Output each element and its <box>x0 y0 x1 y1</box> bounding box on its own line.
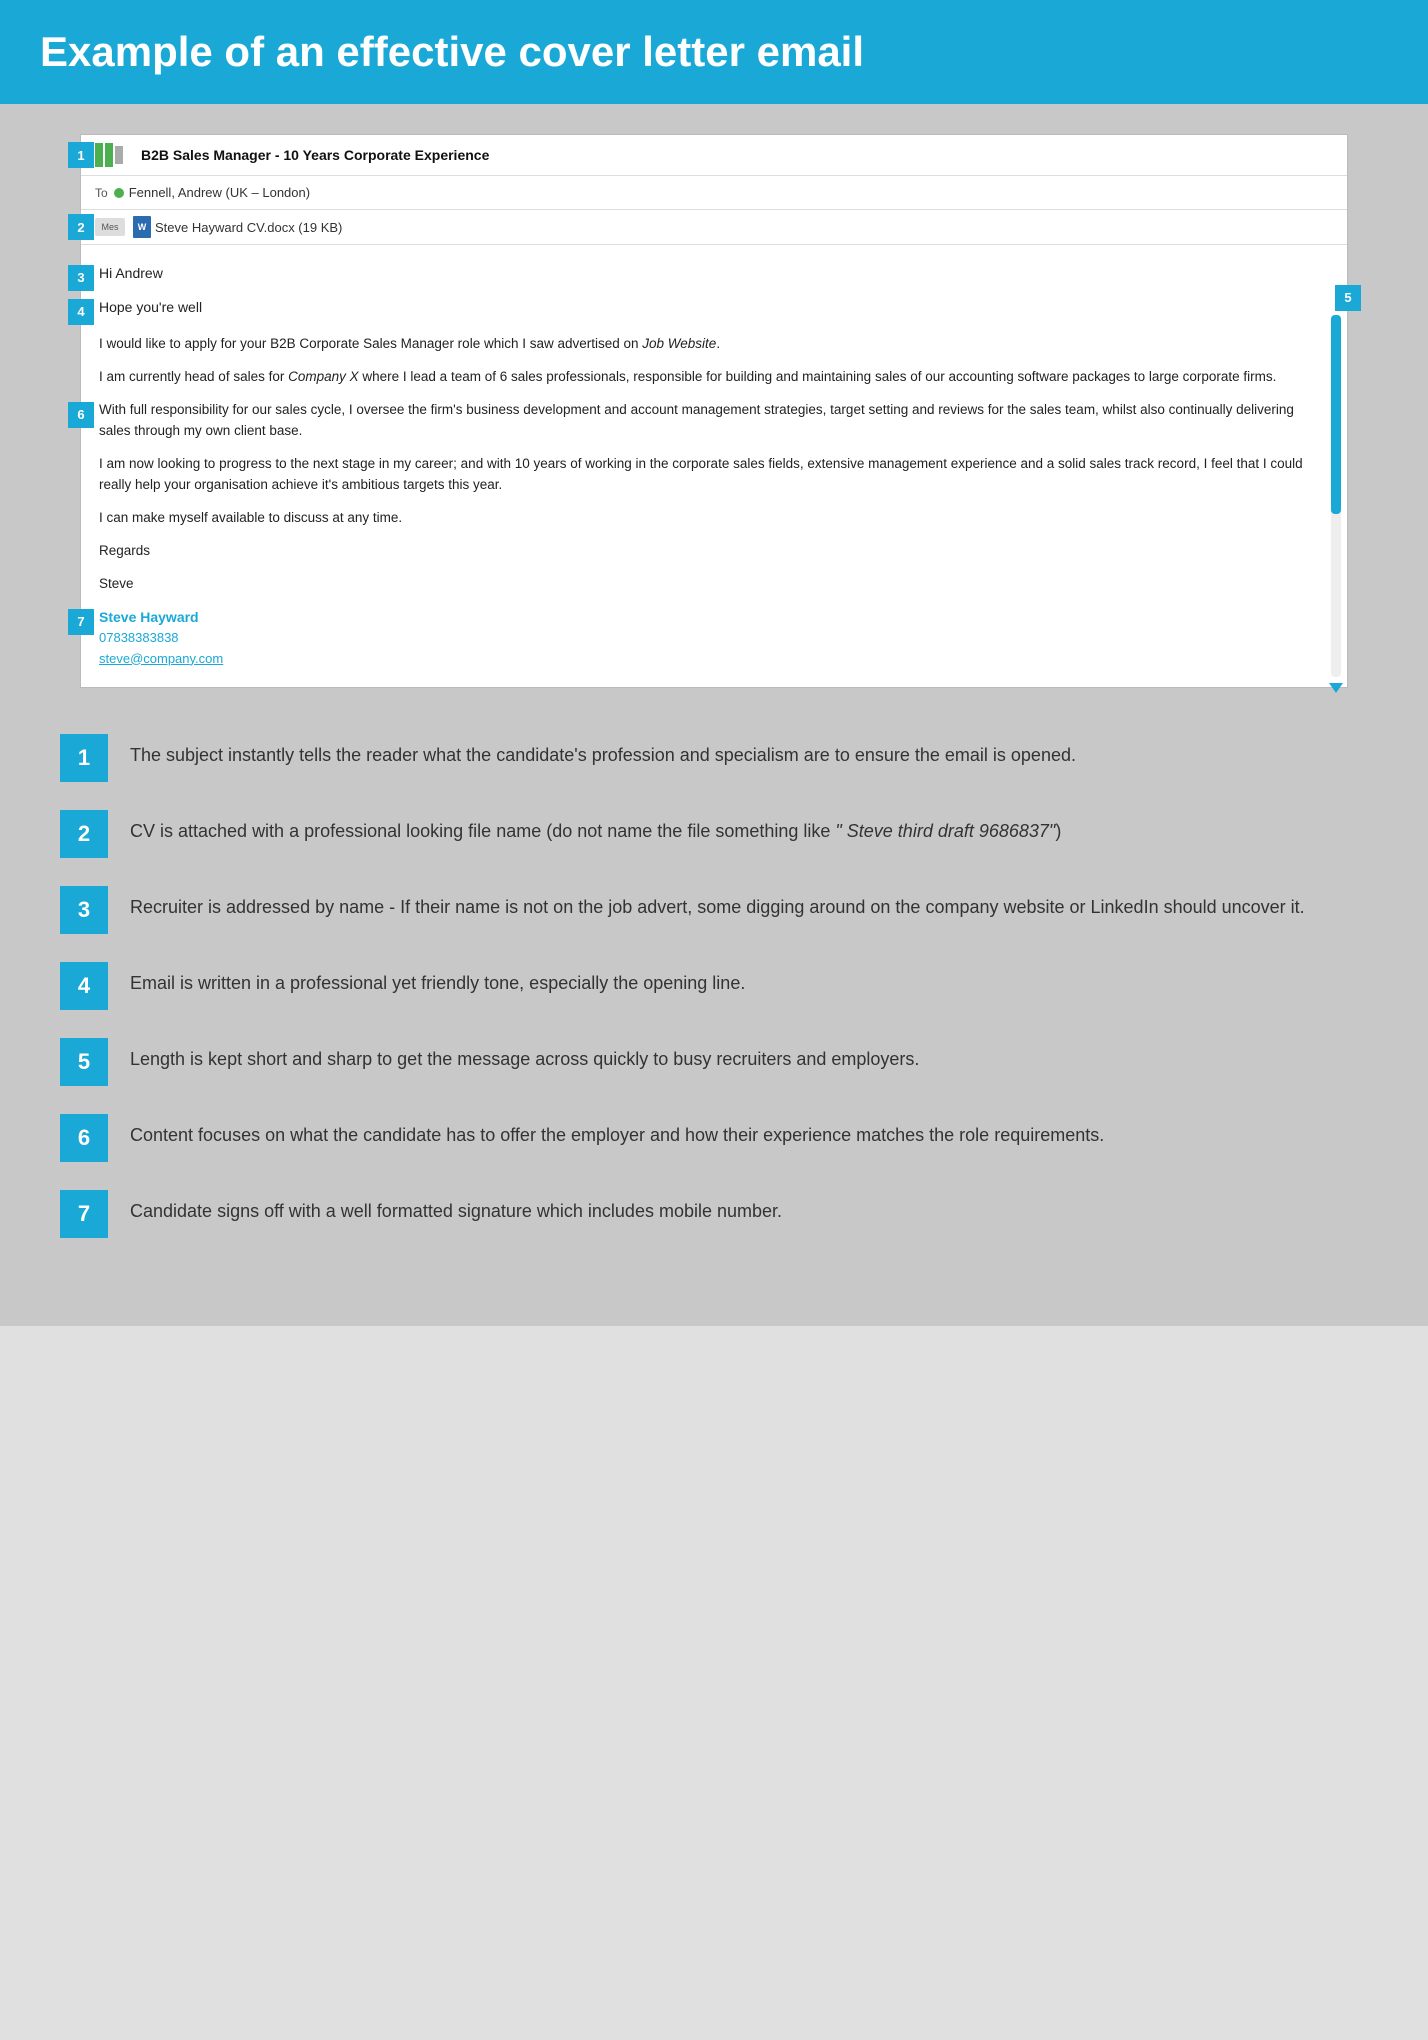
email-mockup: 1 B2B Sales Manager - 10 Years Corporate… <box>80 134 1348 688</box>
annotation-number-4: 4 <box>60 962 108 1010</box>
email-opening: Hope you're well <box>99 297 1329 319</box>
scrollbar-arrow <box>1329 683 1343 693</box>
badge-6: 6 <box>68 402 94 428</box>
annotation-item-4: 4 Email is written in a professional yet… <box>60 962 1368 1010</box>
email-para-1: I would like to apply for your B2B Corpo… <box>99 334 1329 355</box>
email-greeting: Hi Andrew <box>99 263 1329 285</box>
email-para-5: I can make myself available to discuss a… <box>99 508 1329 529</box>
annotation-text-1: The subject instantly tells the reader w… <box>130 734 1076 769</box>
annotation-text-5: Length is kept short and sharp to get th… <box>130 1038 919 1073</box>
badge-5: 5 <box>1335 285 1361 311</box>
annotation-text-4: Email is written in a professional yet f… <box>130 962 745 997</box>
email-closing: Regards <box>99 541 1329 562</box>
annotation-text-6: Content focuses on what the candidate ha… <box>130 1114 1104 1149</box>
annotation-number-6: 6 <box>60 1114 108 1162</box>
signature-phone: 07838383838 <box>99 628 1329 648</box>
annotation-number-3: 3 <box>60 886 108 934</box>
page-header: Example of an effective cover letter ema… <box>0 0 1428 104</box>
scrollbar[interactable] <box>1331 315 1341 677</box>
annotation-item-5: 5 Length is kept short and sharp to get … <box>60 1038 1368 1086</box>
annotation-number-1: 1 <box>60 734 108 782</box>
annotation-item-7: 7 Candidate signs off with a well format… <box>60 1190 1368 1238</box>
email-to-row: To Fennell, Andrew (UK – London) <box>81 176 1347 210</box>
annotation-text-3: Recruiter is addressed by name - If thei… <box>130 886 1305 921</box>
recipient-dot <box>114 188 124 198</box>
signature-name: Steve Hayward <box>99 607 1329 629</box>
scrollbar-thumb <box>1331 315 1341 514</box>
to-label: To <box>95 186 108 200</box>
badge-7: 7 <box>68 609 94 635</box>
email-recipient: Fennell, Andrew (UK – London) <box>129 185 310 200</box>
email-subject-row: 1 B2B Sales Manager - 10 Years Corporate… <box>81 135 1347 176</box>
email-para-2: I am currently head of sales for Company… <box>99 367 1329 388</box>
annotations-list: 1 The subject instantly tells the reader… <box>40 724 1388 1286</box>
annotation-item-3: 3 Recruiter is addressed by name - If th… <box>60 886 1368 934</box>
annotation-number-7: 7 <box>60 1190 108 1238</box>
attachment-filename: Steve Hayward CV.docx (19 KB) <box>155 220 342 235</box>
email-body: 3 Hi Andrew 4 Hope you're well 5 I would… <box>81 245 1347 687</box>
badge-1: 1 <box>68 142 94 168</box>
annotation-number-2: 2 <box>60 810 108 858</box>
main-content: 1 B2B Sales Manager - 10 Years Corporate… <box>0 104 1428 1326</box>
badge-3: 3 <box>68 265 94 291</box>
message-icon: Mes <box>95 218 125 236</box>
email-para-4: I am now looking to progress to the next… <box>99 454 1329 496</box>
annotation-item-6: 6 Content focuses on what the candidate … <box>60 1114 1368 1162</box>
email-name: Steve <box>99 574 1329 595</box>
annotation-item-2: 2 CV is attached with a professional loo… <box>60 810 1368 858</box>
page-title: Example of an effective cover letter ema… <box>40 28 1388 76</box>
email-attachment-row: 2 Mes W Steve Hayward CV.docx (19 KB) <box>81 210 1347 245</box>
annotation-number-5: 5 <box>60 1038 108 1086</box>
badge-2: 2 <box>68 214 94 240</box>
annotation-text-2: CV is attached with a professional looki… <box>130 810 1061 845</box>
email-para-3: With full responsibility for our sales c… <box>99 400 1329 442</box>
annotation-text-7: Candidate signs off with a well formatte… <box>130 1190 782 1225</box>
email-subject-text: B2B Sales Manager - 10 Years Corporate E… <box>141 147 489 163</box>
signature-email: steve@company.com <box>99 649 1329 669</box>
badge-4: 4 <box>68 299 94 325</box>
annotation-item-1: 1 The subject instantly tells the reader… <box>60 734 1368 782</box>
